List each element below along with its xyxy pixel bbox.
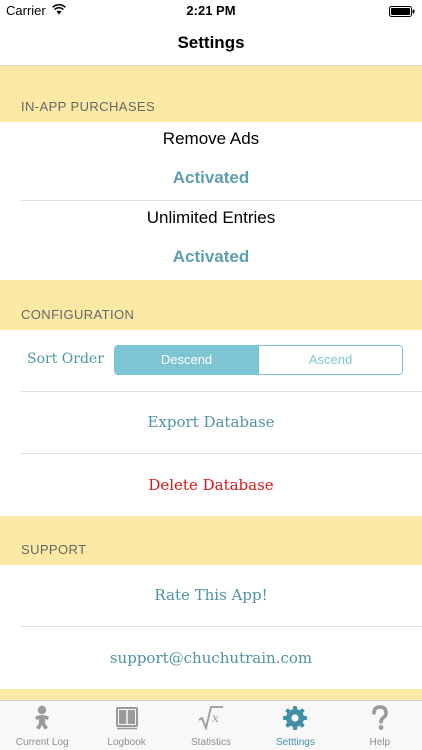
in-app-purchases-group: Remove Ads Activated Unlimited Entries A… [0, 122, 422, 280]
unlimited-entries-status: Activated [172, 247, 250, 266]
tab-label: Help [369, 737, 391, 748]
tab-help[interactable]: Help [338, 701, 422, 750]
tab-settings[interactable]: Setttings [253, 701, 337, 750]
configuration-group: Sort Order Descend Ascend Export Databas… [0, 330, 422, 516]
sqrt-icon: x [198, 706, 224, 731]
remove-ads-label: Remove Ads [162, 129, 260, 148]
tab-label: Setttings [275, 737, 315, 748]
tab-bar: Current Log Logbook x Statistics Setttin… [0, 700, 422, 750]
section-title: CONFIGURATION [21, 307, 135, 322]
sort-ascend-segment[interactable]: Ascend [258, 346, 402, 374]
unlimited-entries-label: Unlimited Entries [146, 208, 276, 227]
remove-ads-status: Activated [172, 168, 250, 187]
battery-icon [389, 6, 415, 17]
rate-app-button[interactable]: Rate This App! [0, 565, 422, 626]
question-icon [372, 705, 388, 730]
tab-label: Statistics [191, 737, 232, 748]
svg-text:x: x [212, 711, 219, 725]
sort-order-segmented-control[interactable]: Descend Ascend [114, 345, 403, 375]
row-separator [21, 200, 422, 201]
tab-label: Current Log [15, 737, 69, 748]
navigation-bar: Settings [0, 22, 422, 66]
tab-logbook[interactable]: Logbook [84, 701, 168, 750]
tab-label: Logbook [107, 737, 146, 748]
tab-current-log[interactable]: Current Log [0, 701, 84, 750]
book-icon [115, 707, 138, 730]
section-header-in-app-purchases: IN-APP PURCHASES [0, 66, 422, 122]
page-title: Settings [177, 33, 245, 52]
sort-descend-segment[interactable]: Descend [115, 346, 258, 374]
sort-order-label: Sort Order [27, 351, 104, 367]
section-header-support: SUPPORT [0, 516, 422, 565]
status-time: 2:21 PM [186, 3, 236, 18]
baby-icon [35, 705, 50, 730]
delete-database-button[interactable]: Delete Database [0, 454, 422, 516]
section-title: SUPPORT [21, 542, 87, 557]
section-header-configuration: CONFIGURATION [0, 280, 422, 330]
export-database-button[interactable]: Export Database [0, 392, 422, 453]
support-email-link[interactable]: support@chuchutrain.com [0, 627, 422, 689]
settings-list[interactable]: IN-APP PURCHASES Remove Ads Activated Un… [0, 66, 422, 700]
gear-icon [283, 706, 308, 730]
section-title: IN-APP PURCHASES [21, 99, 156, 114]
status-bar: Carrier 2:21 PM [0, 0, 422, 22]
tab-statistics[interactable]: x Statistics [169, 701, 253, 750]
support-group: Rate This App! support@chuchutrain.com [0, 565, 422, 689]
